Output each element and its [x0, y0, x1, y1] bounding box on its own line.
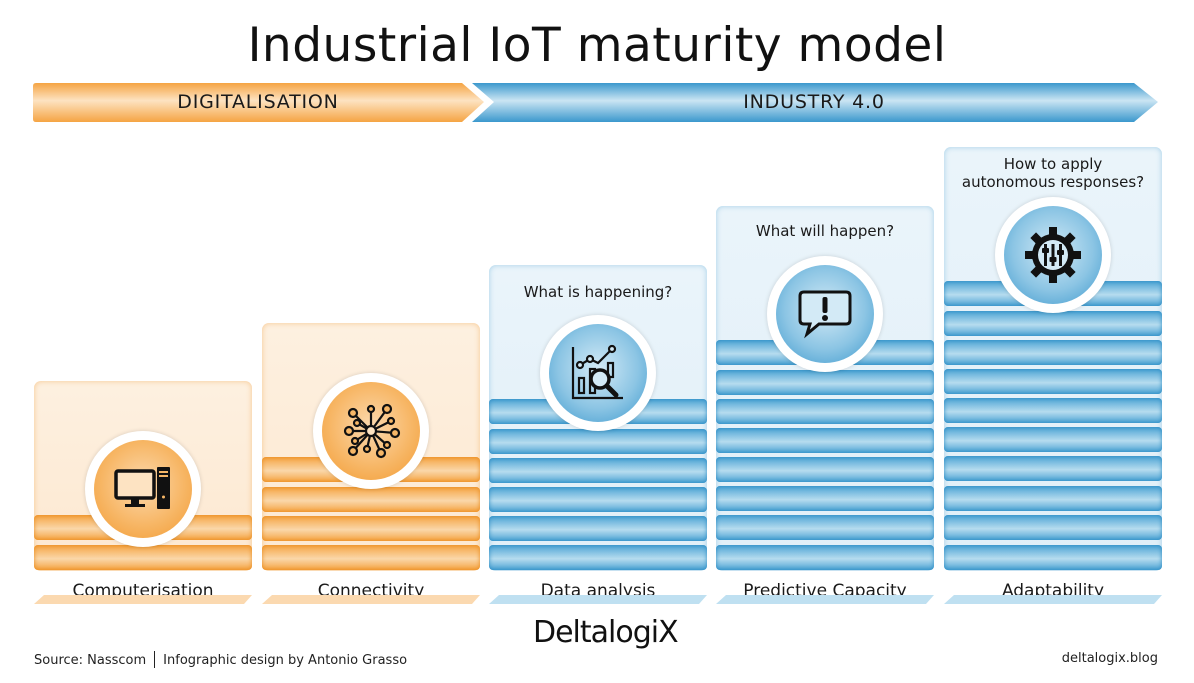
stage-predictive-capacity: What will happen? [716, 206, 934, 571]
base-predictive-capacity [716, 595, 934, 604]
level-bar [716, 457, 934, 482]
level-bar [489, 516, 707, 541]
level-bar [944, 340, 1162, 365]
stage-question: What will happen? [755, 222, 895, 240]
source-text: Source: Nasscom [34, 653, 147, 668]
stage-connectivity [262, 323, 480, 571]
website-text: deltalogix.blog [1061, 651, 1158, 666]
gear-sliders-icon [1025, 227, 1081, 283]
level-bar [489, 429, 707, 454]
level-bar [944, 456, 1162, 481]
icon-badge [313, 373, 429, 489]
level-bar [262, 545, 480, 570]
level-bar [716, 545, 934, 570]
level-bar [944, 369, 1162, 394]
level-bar [489, 458, 707, 483]
footer-credits: Source: Nasscom Infographic design by Ant… [34, 651, 407, 668]
alert-speech-bubble-icon [798, 290, 852, 339]
stage-data-analysis: What is happening? [489, 265, 707, 571]
level-bar [489, 545, 707, 570]
level-bar [944, 515, 1162, 540]
level-bar [944, 427, 1162, 452]
deltalogix-logo: DeltalogiX [533, 615, 679, 650]
design-credit: Infographic design by Antonio Grasso [163, 653, 408, 668]
stage-question: What is happening? [523, 283, 673, 301]
level-bar [944, 398, 1162, 423]
level-bar [944, 545, 1162, 570]
infographic-title: Industrial IoT maturity model [247, 18, 947, 73]
base-connectivity [262, 595, 480, 604]
level-bar [262, 516, 480, 541]
level-bar [34, 545, 252, 570]
level-bar [716, 515, 934, 540]
level-bar [716, 428, 934, 453]
stage-adaptability: How to apply autonomous responses? [944, 147, 1162, 571]
icon-badge [540, 315, 656, 431]
icon-badge [85, 431, 201, 547]
level-bar [716, 399, 934, 424]
level-bar [716, 370, 934, 395]
stage-computerisation [34, 381, 252, 571]
phase-industry-label: INDUSTRY 4.0 [743, 91, 885, 113]
level-bar [262, 487, 480, 512]
level-bar [716, 486, 934, 511]
base-adaptability [944, 595, 1162, 604]
stage-question-line-2: autonomous responses? [961, 173, 1145, 191]
icon-badge [767, 256, 883, 372]
stage-bases [34, 595, 1162, 604]
phase-digitalisation-label: DIGITALISATION [177, 91, 339, 113]
computer-icon [114, 467, 170, 509]
icon-badge [995, 197, 1111, 313]
network-hub-icon [343, 403, 401, 459]
level-bar [944, 486, 1162, 511]
separator [154, 651, 156, 668]
base-computerisation [34, 595, 252, 604]
chart-magnifier-icon [571, 344, 623, 400]
level-bar [489, 487, 707, 512]
level-bar [944, 311, 1162, 336]
stage-question-line-1: How to apply [1003, 155, 1103, 173]
base-data-analysis [489, 595, 707, 604]
